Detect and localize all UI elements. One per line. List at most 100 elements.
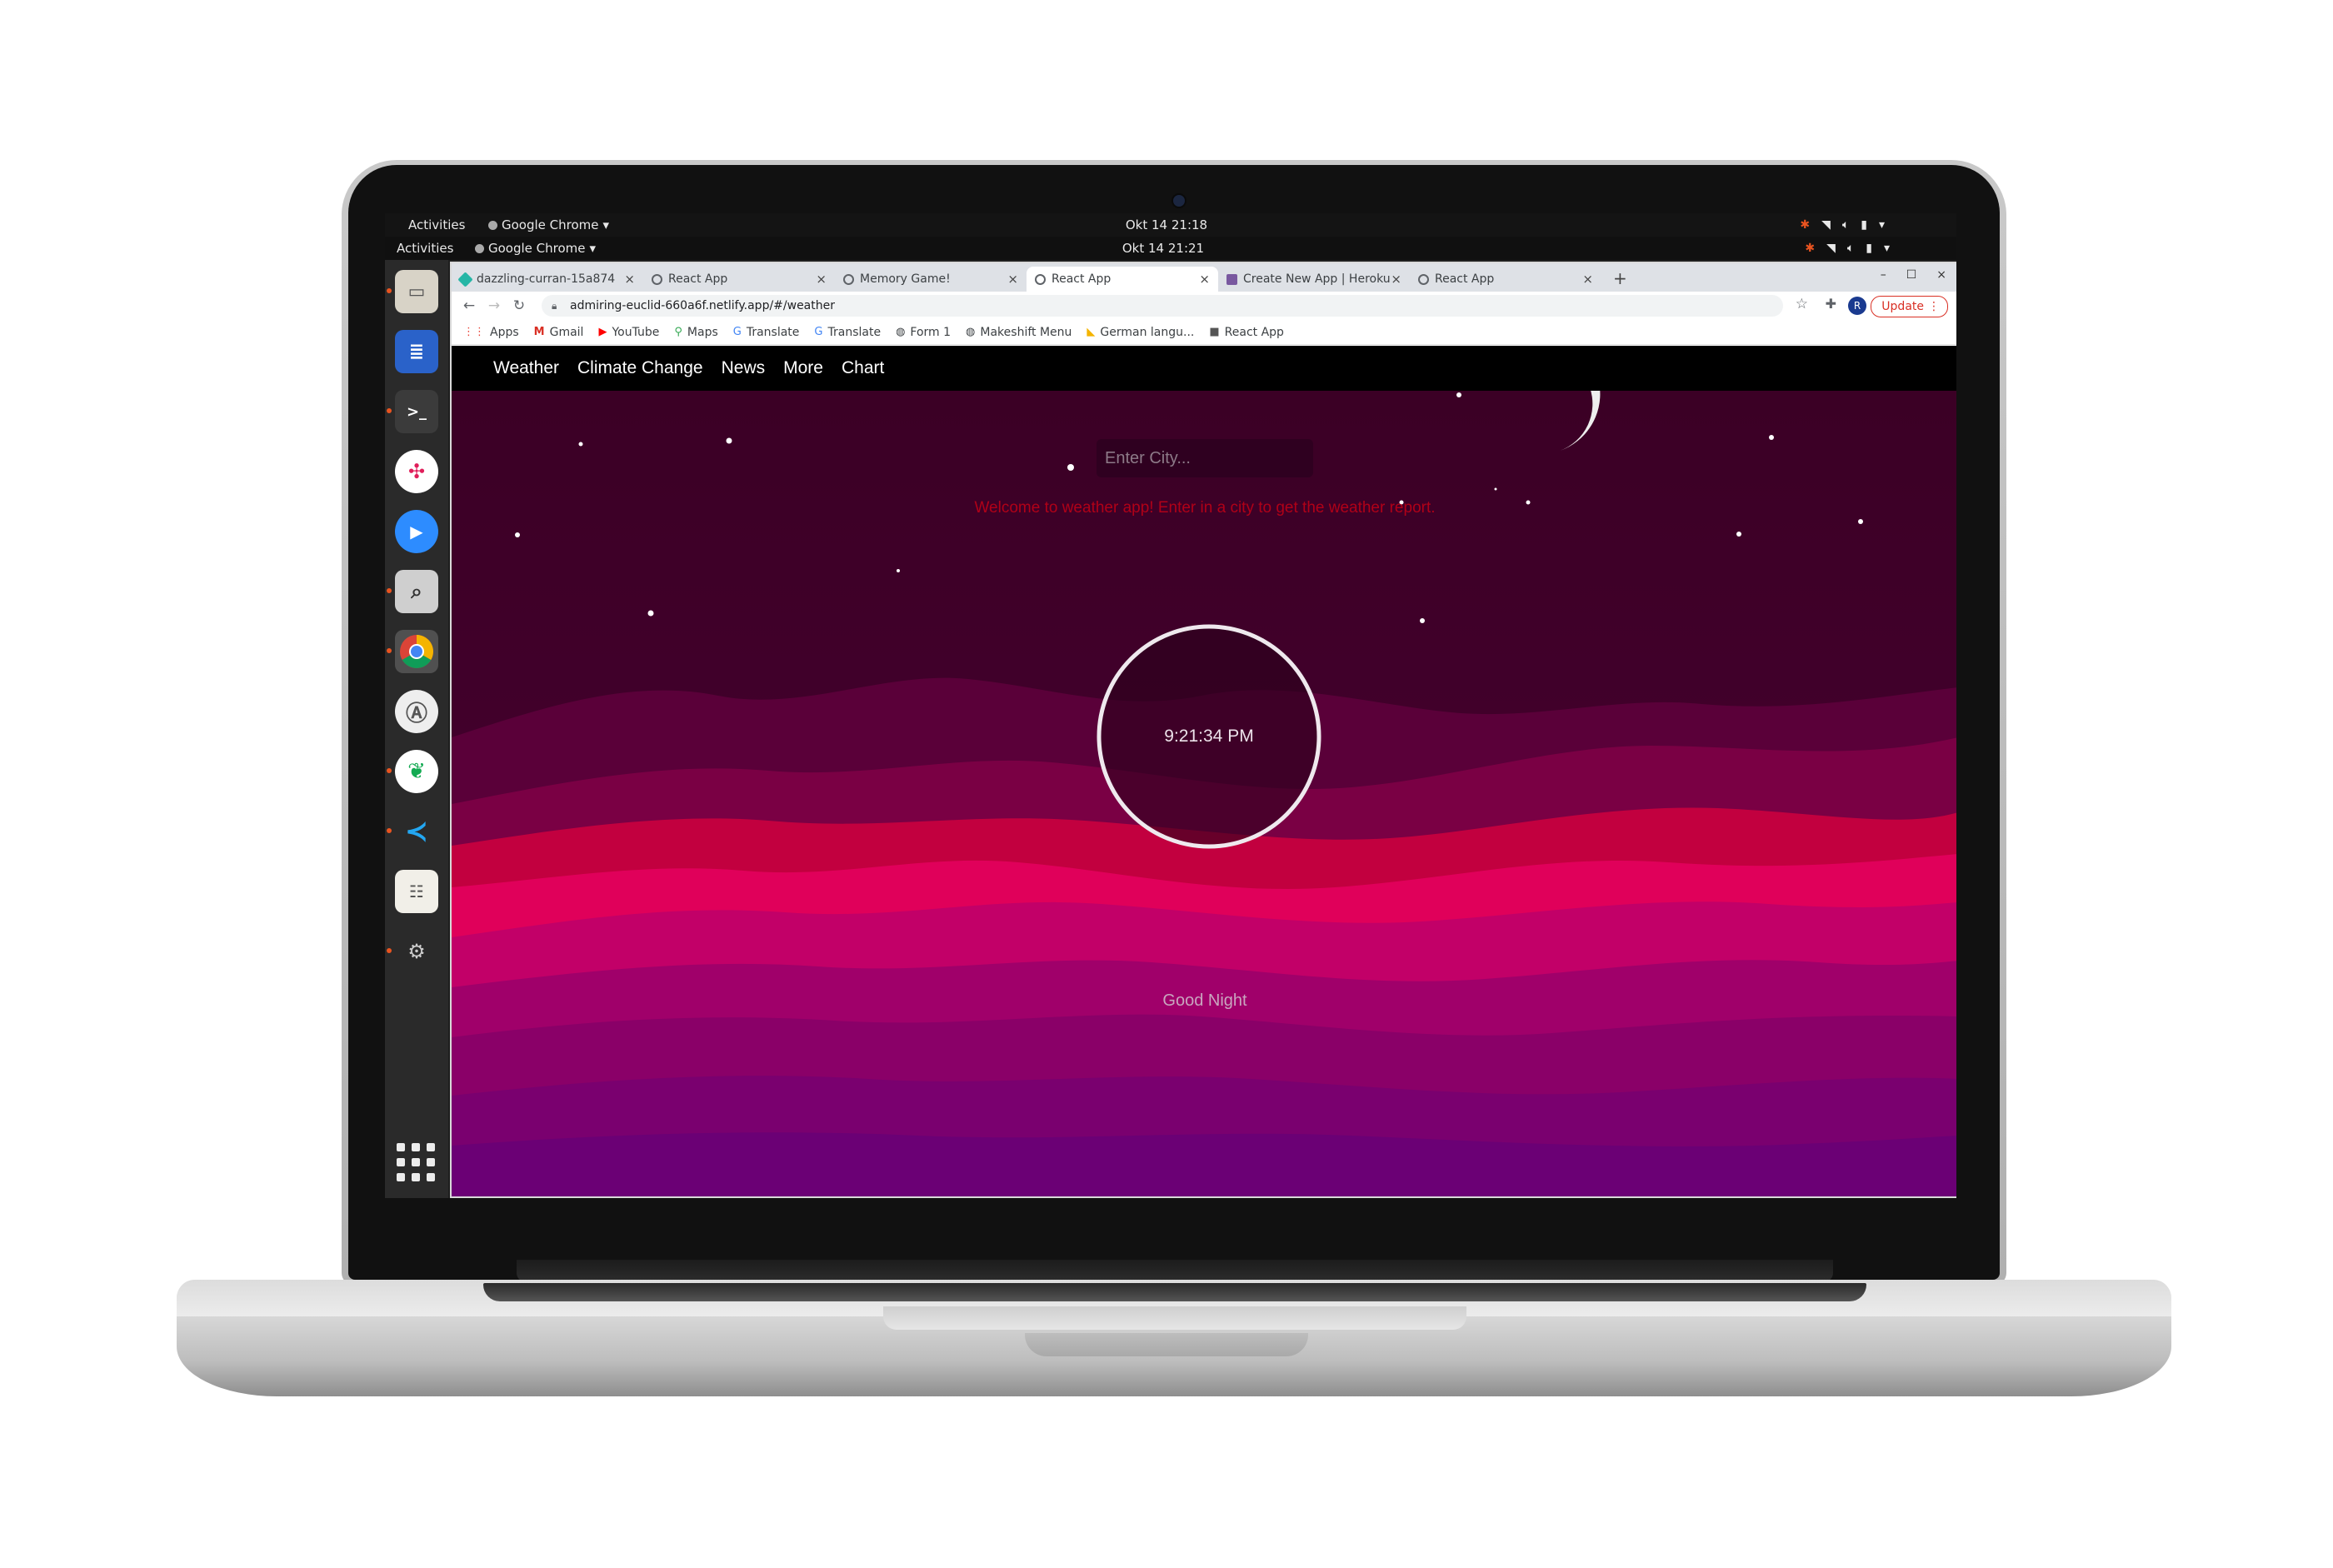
address-bar[interactable]: 🔒︎ admiring-euclid-660a6f.netlify.app/#/… [542, 295, 1783, 317]
close-icon[interactable]: × [816, 272, 827, 287]
system-tray[interactable]: ✱ ◥ 🔈︎ ▮ ▾ [1800, 218, 1885, 232]
close-window-icon[interactable]: × [1936, 268, 1946, 282]
tab-4[interactable]: Create New App | Heroku × [1218, 267, 1410, 292]
tab-3-active[interactable]: React App × [1027, 267, 1218, 292]
translate-icon: G [732, 326, 742, 338]
bookmark-label: Gmail [549, 325, 584, 339]
chevron-down-icon: ▾ [589, 241, 597, 256]
trackpad-edge [883, 1306, 1466, 1330]
grid-icon[interactable] [397, 1143, 437, 1183]
bookmark-label: Apps [490, 325, 519, 339]
desktop-screen: Activities Google Chrome ▾ Okt 14 21:18 … [385, 213, 1956, 1198]
bookmark-youtube[interactable]: ▶ YouTube [598, 326, 659, 339]
battery-icon: ▮ [1861, 218, 1867, 232]
maps-icon: ⚲ [674, 326, 682, 338]
app-menu[interactable]: Google Chrome ▾ [475, 241, 596, 256]
maximize-icon[interactable]: ☐ [1906, 268, 1917, 282]
running-indicator [387, 828, 392, 833]
extensions-icon[interactable]: ✚ [1826, 296, 1836, 312]
bookmark-label: Translate [827, 325, 882, 339]
bookmark-german[interactable]: ◣ German langu... [1087, 326, 1194, 339]
clock[interactable]: Okt 14 21:21 [1080, 241, 1246, 256]
bookmark-label: Makeshift Menu [980, 325, 1072, 339]
image-viewer-icon[interactable]: ⌕ [395, 570, 438, 613]
nav-news[interactable]: News [722, 358, 766, 378]
profile-avatar[interactable]: R [1848, 297, 1866, 315]
slack-icon[interactable]: ✣ [395, 450, 438, 493]
bookmark-apps[interactable]: ⋮⋮ Apps [463, 326, 519, 339]
nav-more[interactable]: More [783, 358, 823, 378]
tab-2[interactable]: Memory Game! × [835, 267, 1027, 292]
close-icon[interactable]: × [1391, 272, 1401, 287]
chrome-icon [488, 220, 497, 230]
update-button[interactable]: Update ⋮ [1871, 296, 1948, 317]
minimize-icon[interactable]: – [1881, 268, 1886, 282]
bookmark-form-1[interactable]: ◍ Form 1 [896, 326, 951, 339]
bookmark-label: Form 1 [910, 325, 952, 339]
browser-toolbar: ← → ↻ 🔒︎ admiring-euclid-660a6f.netlify.… [452, 292, 1956, 320]
youtube-icon: ▶ [598, 326, 607, 338]
globe-icon: ◍ [896, 326, 906, 338]
more-vert-icon: ⋮ [1928, 300, 1940, 313]
files-icon[interactable]: ▭ [395, 270, 438, 313]
activities-button[interactable]: Activities [397, 241, 453, 256]
chrome-window: dazzling-curran-15a874 × React App × Mem… [450, 262, 1956, 1198]
tab-5[interactable]: React App × [1410, 267, 1601, 292]
bookmark-translate[interactable]: G Translate [733, 326, 800, 339]
gnome-top-bar: Activities Google Chrome ▾ Okt 14 21:18 … [385, 213, 1956, 237]
running-indicator [387, 288, 392, 293]
nav-chart[interactable]: Chart [842, 358, 884, 378]
forward-icon[interactable]: → [482, 297, 507, 314]
battery-icon: ▮ [1866, 242, 1872, 255]
tab-1[interactable]: React App × [643, 267, 835, 292]
close-icon[interactable]: × [624, 272, 635, 287]
bookmark-gmail[interactable]: M Gmail [534, 326, 584, 339]
notes-icon[interactable]: ☷ [395, 870, 438, 913]
terminal-icon[interactable]: >_ [395, 390, 438, 433]
close-icon[interactable]: × [1007, 272, 1018, 287]
running-indicator [387, 648, 392, 653]
activities-button[interactable]: Activities [408, 217, 465, 232]
nav-climate-change[interactable]: Climate Change [577, 358, 703, 378]
chrome-icon [475, 243, 484, 253]
running-indicator [387, 768, 392, 773]
tab-strip: dazzling-curran-15a874 × React App × Mem… [452, 263, 1956, 292]
rhythmbox-icon[interactable]: ⚙ [395, 930, 438, 973]
globe-icon [652, 273, 662, 285]
mongodb-compass-icon[interactable]: ❦ [395, 750, 438, 793]
clock[interactable]: Okt 14 21:18 [1083, 217, 1250, 232]
app-navbar: Weather Climate Change News More Chart [452, 346, 1956, 391]
chrome-logo [400, 635, 433, 668]
close-icon[interactable]: × [1199, 272, 1210, 287]
app-menu[interactable]: Google Chrome ▾ [488, 217, 609, 232]
bookmark-maps[interactable]: ⚲ Maps [674, 326, 717, 339]
zoom-icon[interactable]: ▶ [395, 510, 438, 553]
flag-icon: ◣ [1087, 326, 1096, 338]
tab-0[interactable]: dazzling-curran-15a874 × [452, 267, 643, 292]
running-indicator [387, 948, 392, 953]
writer-icon[interactable]: ≣ [395, 330, 438, 373]
tab-title: React App [668, 272, 728, 286]
apps-icon: ⋮⋮ [463, 326, 485, 338]
bookmark-label: Translate [746, 325, 800, 339]
back-icon[interactable]: ← [457, 297, 482, 314]
laptop-hinge [517, 1260, 1833, 1281]
system-tray[interactable]: ✱ ◥ 🔈︎ ▮ ▾ [1805, 242, 1890, 255]
chrome-icon[interactable] [395, 630, 438, 673]
gmail-icon: M [533, 326, 545, 338]
chevron-down-icon: ▾ [1883, 242, 1890, 255]
software-center-icon[interactable]: Ⓐ [395, 690, 438, 733]
bookmark-react-app[interactable]: ■ React App [1209, 326, 1284, 339]
city-search-input[interactable] [1097, 439, 1313, 477]
bookmark-makeshift-menu[interactable]: ◍ Makeshift Menu [966, 326, 1072, 339]
close-icon[interactable]: × [1582, 272, 1593, 287]
new-tab-button[interactable]: + [1613, 268, 1627, 288]
chevron-down-icon: ▾ [602, 217, 610, 232]
nav-weather[interactable]: Weather [493, 358, 559, 378]
bookmark-star-icon[interactable]: ☆ [1796, 296, 1808, 312]
bookmark-label: Maps [687, 325, 718, 339]
bookmark-translate-2[interactable]: G Translate [814, 326, 881, 339]
app-menu-label: Google Chrome [488, 241, 586, 256]
reload-icon[interactable]: ↻ [507, 297, 532, 314]
vscode-icon[interactable]: ≺ [395, 810, 438, 853]
